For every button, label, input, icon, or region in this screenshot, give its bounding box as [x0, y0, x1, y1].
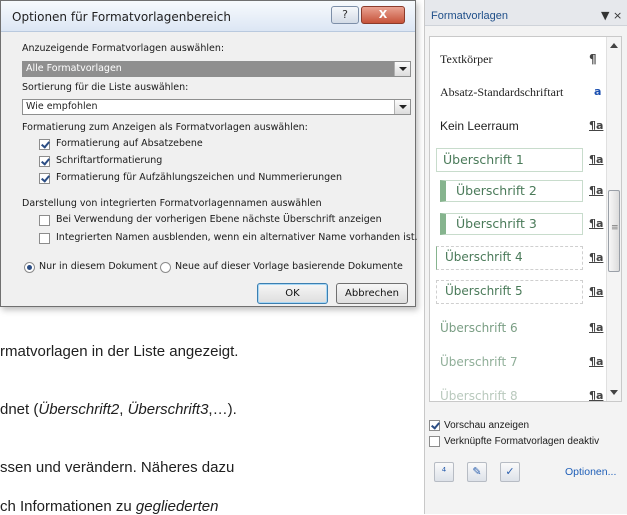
cancel-button[interactable]: Abbrechen — [336, 283, 408, 304]
styles-filter-dropdown[interactable]: Alle Formatvorlagen — [22, 61, 411, 77]
hide-builtin-name-label: Integrierten Namen ausblenden, wenn ein … — [56, 232, 418, 243]
this-document-label: Nur in diesem Dokument — [39, 261, 158, 272]
list-item[interactable]: Überschrift 7 ¶a — [430, 350, 607, 376]
list-item[interactable]: Überschrift 1 — [436, 148, 583, 172]
styles-list-scrollbar[interactable] — [606, 37, 621, 401]
sort-label: Sortierung für die Liste auswählen: — [22, 82, 189, 93]
ok-button[interactable]: OK — [257, 283, 328, 304]
list-item[interactable]: Überschrift 6 ¶a — [430, 316, 607, 342]
linked-mark-icon: ¶a — [589, 217, 604, 230]
style-name: Überschrift 7 — [440, 355, 518, 369]
sort-dropdown[interactable]: Wie empfohlen — [22, 99, 411, 115]
list-item[interactable]: Absatz-Standardschriftart a — [430, 80, 607, 106]
builtin-names-label: Darstellung von integrierten Formatvorla… — [22, 198, 322, 209]
select-styles-label: Anzuzeigende Formatvorlagen auswählen: — [22, 43, 225, 54]
style-name: Überschrift 8 — [440, 389, 518, 402]
style-name: Überschrift 5 — [445, 284, 523, 298]
bullet-format-checkbox[interactable] — [39, 173, 50, 184]
style-name: Überschrift 4 — [445, 250, 523, 264]
linked-mark-icon: ¶a — [589, 119, 604, 132]
linked-mark-icon: ¶a — [589, 251, 604, 264]
scroll-down-icon[interactable] — [610, 390, 618, 395]
list-item[interactable]: Kein Leerraum ¶a — [430, 114, 607, 140]
linked-styles-label: Verknüpfte Formatvorlagen deaktiv — [444, 436, 600, 447]
styles-pane: Formatvorlagen ▼ × Textkörper ¶ Absatz-S… — [424, 0, 627, 514]
bullet-format-label: Formatierung für Aufzählungszeichen und … — [56, 172, 343, 183]
format-section-label: Formatierung zum Anzeigen als Formatvorl… — [22, 122, 308, 133]
styles-list: Textkörper ¶ Absatz-Standardschriftart a… — [429, 36, 622, 402]
styles-pane-header: Formatvorlagen ▼ × — [425, 0, 627, 26]
scroll-up-icon[interactable] — [610, 43, 618, 48]
pane-menu-close-icons[interactable]: ▼ × — [601, 9, 622, 22]
font-format-label: Schriftartformatierung — [56, 155, 163, 166]
list-item[interactable]: Überschrift 3 — [440, 213, 583, 235]
style-name: Überschrift 1 — [443, 152, 524, 167]
style-name: Überschrift 6 — [440, 321, 518, 335]
sort-value: Wie empfohlen — [26, 101, 98, 112]
character-mark-icon: a — [594, 85, 602, 98]
scroll-thumb[interactable] — [608, 190, 620, 272]
styles-filter-value: Alle Formatvorlagen — [26, 63, 122, 74]
linked-styles-checkbox[interactable] — [429, 436, 440, 447]
template-label: Neue auf dieser Vorlage basierende Dokum… — [175, 261, 403, 272]
next-heading-label: Bei Verwendung der vorherigen Ebene näch… — [56, 214, 382, 225]
list-item[interactable]: Überschrift 8 ¶a — [430, 384, 607, 402]
manage-styles-icon[interactable]: ✓ — [500, 462, 520, 482]
doc-text-line: rmatvorlagen in der Liste angezeigt. — [0, 343, 239, 360]
linked-mark-icon: ¶a — [589, 153, 604, 166]
linked-mark-icon: ¶a — [589, 321, 604, 334]
close-button[interactable]: X — [361, 6, 405, 24]
help-button[interactable]: ? — [331, 6, 359, 24]
list-item[interactable]: Überschrift 5 — [436, 280, 583, 304]
paragraph-format-checkbox[interactable] — [39, 139, 50, 150]
preview-label: Vorschau anzeigen — [444, 420, 530, 431]
this-document-radio[interactable] — [24, 262, 35, 273]
options-link[interactable]: Optionen... — [565, 466, 616, 478]
linked-mark-icon: ¶a — [589, 285, 604, 298]
doc-text-line: dnet (Überschrift2, Überschrift3,…). — [0, 401, 237, 418]
chevron-down-icon[interactable] — [394, 62, 410, 76]
doc-text-line: ssen und verändern. Näheres dazu — [0, 459, 235, 476]
new-style-icon[interactable]: ⁴ — [434, 462, 454, 482]
style-name: Textkörper — [440, 52, 493, 66]
chevron-down-icon[interactable] — [394, 100, 410, 114]
list-item[interactable]: Überschrift 2 — [440, 180, 583, 202]
style-name: Kein Leerraum — [440, 119, 519, 133]
style-name: Überschrift 2 — [456, 183, 537, 198]
dialog-title: Optionen für Formatvorlagenbereich — [12, 10, 231, 24]
paragraph-mark-icon: ¶ — [589, 52, 597, 66]
style-name: Absatz-Standardschriftart — [440, 85, 564, 99]
paragraph-format-label: Formatierung auf Absatzebene — [56, 138, 203, 149]
styles-pane-title: Formatvorlagen — [431, 10, 509, 22]
style-pane-options-dialog: Optionen für Formatvorlagenbereich ? X A… — [0, 0, 418, 307]
hide-builtin-name-checkbox[interactable] — [39, 233, 50, 244]
template-radio[interactable] — [160, 262, 171, 273]
next-heading-checkbox[interactable] — [39, 215, 50, 226]
dialog-titlebar: Optionen für Formatvorlagenbereich ? X — [1, 1, 415, 32]
linked-mark-icon: ¶a — [589, 184, 604, 197]
preview-checkbox[interactable] — [429, 420, 440, 431]
linked-mark-icon: ¶a — [589, 355, 604, 368]
list-item[interactable]: Textkörper ¶ — [430, 47, 607, 73]
list-item[interactable]: Überschrift 4 — [436, 246, 583, 270]
style-inspector-icon[interactable]: ✎ — [467, 462, 487, 482]
doc-text-line: ch Informationen zu gegliederten — [0, 498, 219, 515]
font-format-checkbox[interactable] — [39, 156, 50, 167]
linked-mark-icon: ¶a — [589, 389, 604, 402]
style-name: Überschrift 3 — [456, 216, 537, 231]
